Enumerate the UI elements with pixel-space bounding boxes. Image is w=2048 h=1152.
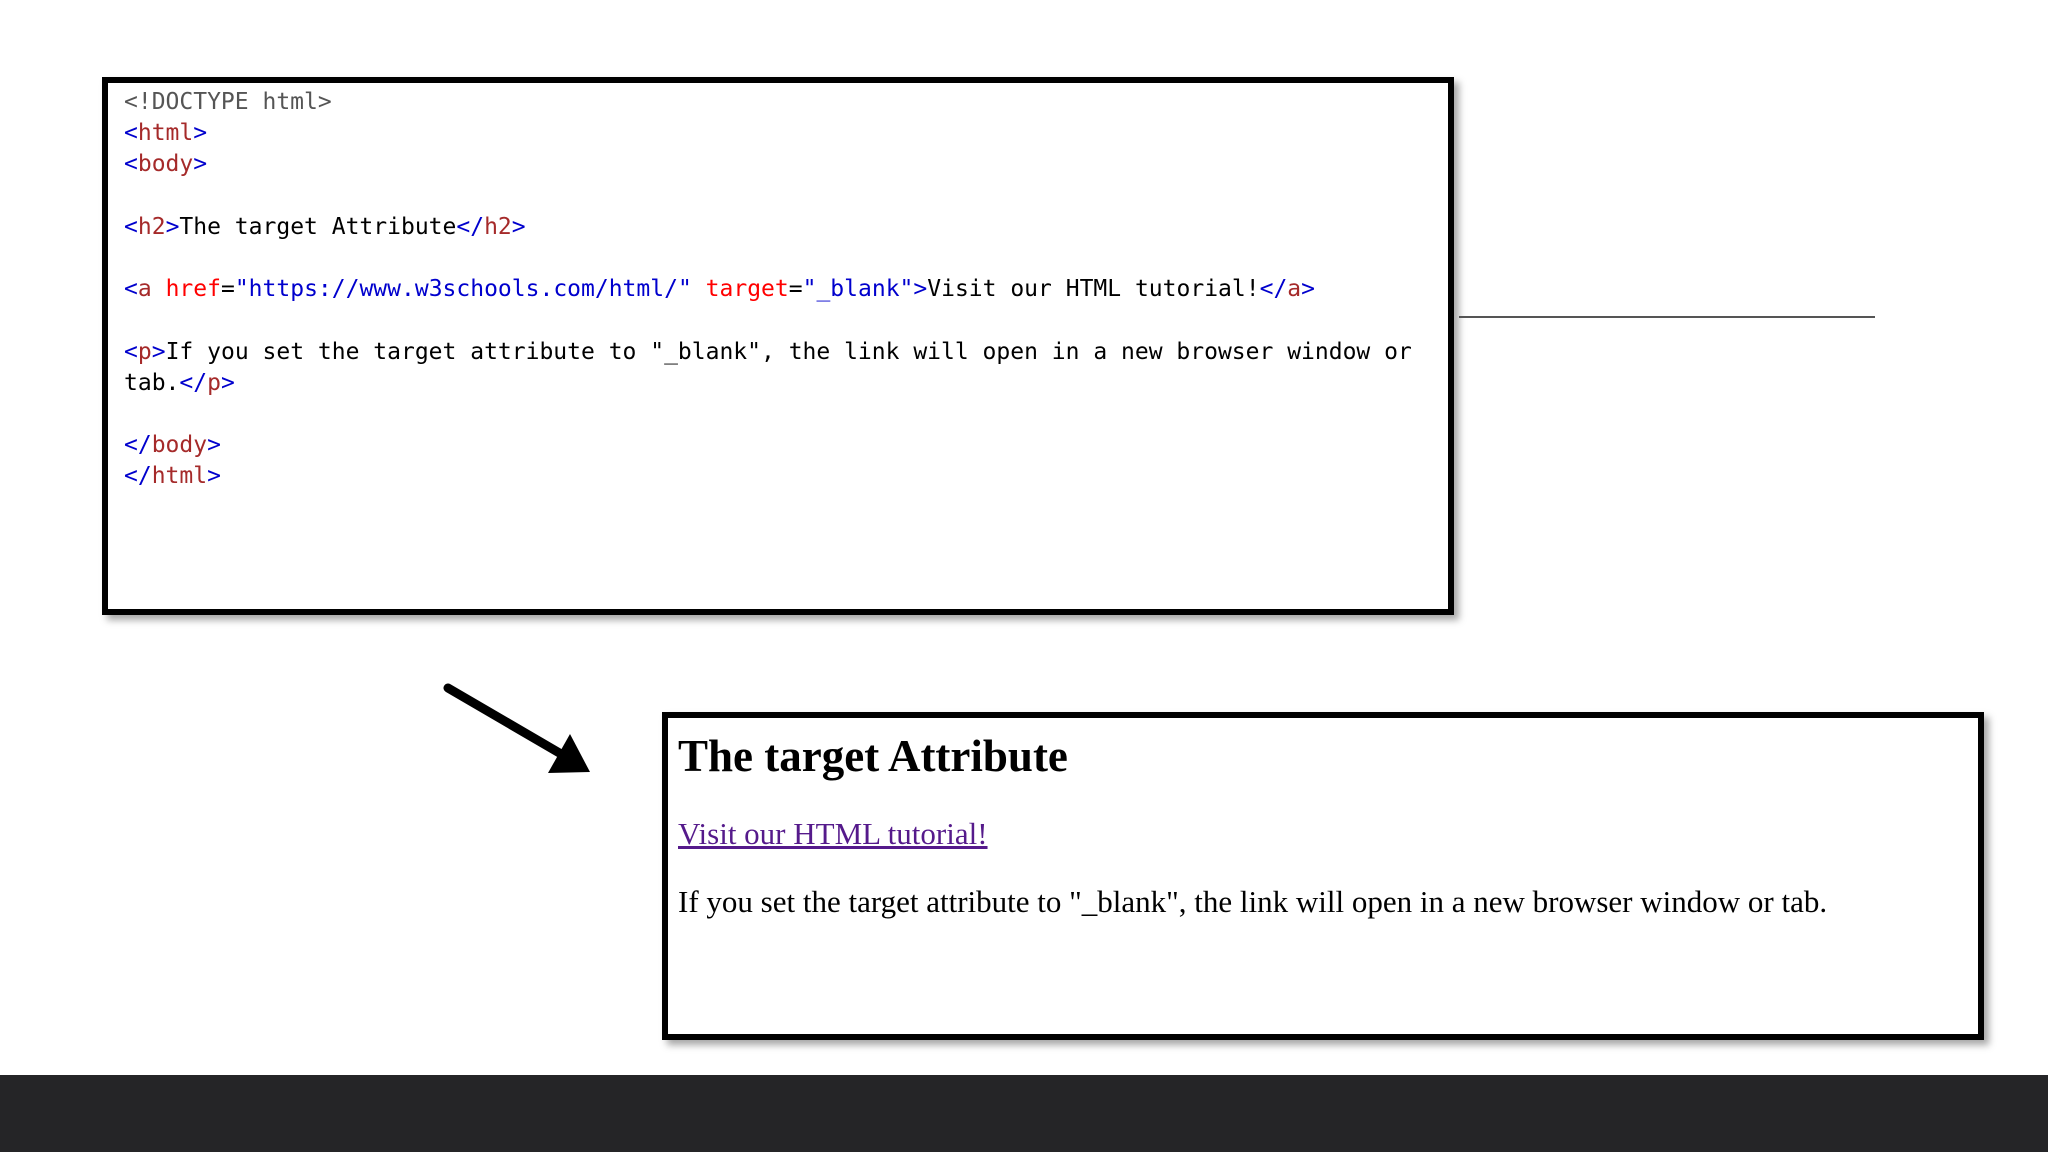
html-open-line: <html> [124, 120, 208, 147]
p-line-1: <p>If you set the target attribute to "_… [124, 338, 1412, 365]
rendered-output-panel: The target Attribute Visit our HTML tuto… [662, 712, 1984, 1040]
a-close-tag: a [1287, 276, 1302, 303]
p-open-tag: p [137, 338, 152, 365]
anchor-line: <a href="https://www.w3schools.com/html/… [124, 276, 1316, 303]
arrow-icon [443, 683, 590, 773]
doctype-line: <!DOCTYPE html> [124, 89, 332, 115]
body-close-line: </body> [124, 432, 221, 459]
code-link-text: Visit our HTML tutorial! [927, 276, 1260, 303]
p-text-line2: tab. [124, 369, 180, 396]
divider-line [1459, 316, 1875, 318]
body-open-tag: body [137, 151, 194, 178]
result-paragraph: If you set the target attribute to "_bla… [678, 884, 1828, 919]
p-text-line1: If you set the target attribute to "_bla… [165, 338, 1412, 365]
h2-close-tag: h2 [484, 213, 512, 240]
html-close-tag: html [151, 463, 208, 490]
footer-bar [0, 1075, 2048, 1152]
h2-text: The target Attribute [179, 213, 457, 240]
code-panel: <!DOCTYPE html> <html> <body> <h2>The ta… [102, 77, 1454, 615]
h2-line: <h2>The target Attribute</h2> [124, 213, 526, 240]
target-attr: target [705, 276, 789, 303]
p-close-tag: p [207, 369, 221, 396]
html-open-tag: html [137, 120, 194, 147]
p-line-2: tab.</p> [124, 369, 235, 396]
body-open-line: <body> [124, 151, 208, 178]
tutorial-link[interactable]: Visit our HTML tutorial! [678, 816, 988, 852]
result-heading: The target Attribute [678, 731, 1068, 781]
a-open-tag: a [137, 276, 152, 303]
body-close-tag: body [151, 432, 208, 459]
html-close-line: </html> [124, 463, 221, 490]
h2-open-tag: h2 [137, 213, 166, 240]
href-value: "https://www.w3schools.com/html/" [234, 276, 692, 303]
target-value: "_blank" [802, 276, 914, 303]
href-attr: href [165, 276, 221, 303]
